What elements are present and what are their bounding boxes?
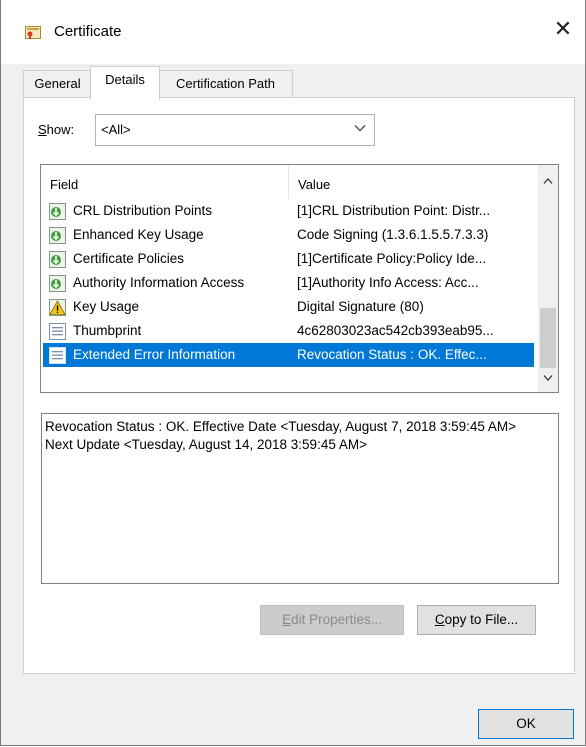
field-name: Authority Information Access <box>73 275 245 290</box>
field-name: Thumbprint <box>73 323 142 338</box>
value-detail-box[interactable]: Revocation Status : OK. Effective Date <… <box>41 413 559 584</box>
show-dropdown-value: <All> <box>101 122 131 137</box>
property-icon <box>49 347 66 364</box>
value-detail-text: Revocation Status : OK. Effective Date <… <box>45 419 517 452</box>
chevron-up-icon <box>543 173 553 188</box>
field-name: CRL Distribution Points <box>73 203 213 218</box>
extension-icon <box>49 203 66 220</box>
field-name: Enhanced Key Usage <box>73 227 204 242</box>
scroll-up-button[interactable] <box>538 165 558 195</box>
field-name: Extended Error Information <box>73 347 236 362</box>
list-item-selected[interactable]: Extended Error Information Revocation St… <box>43 343 534 367</box>
field-name: Key Usage <box>73 299 140 314</box>
list-scrollbar[interactable] <box>538 165 558 392</box>
tab-details[interactable]: Details <box>90 66 160 100</box>
close-button[interactable]: ✕ <box>541 10 585 48</box>
list-item[interactable]: CRL Distribution Points [1]CRL Distribut… <box>43 199 534 223</box>
show-dropdown[interactable]: <All> <box>95 114 375 146</box>
ok-button[interactable]: OK <box>478 709 574 739</box>
property-icon <box>49 323 66 340</box>
scroll-thumb[interactable] <box>540 308 556 368</box>
list-item[interactable]: Certificate Policies [1]Certificate Poli… <box>43 247 534 271</box>
field-value: Revocation Status : OK. Effec... <box>297 347 487 362</box>
edit-properties-button[interactable]: Edit Properties... <box>260 605 404 635</box>
tab-general[interactable]: General <box>23 70 92 97</box>
chevron-down-icon <box>543 370 553 385</box>
chevron-down-icon <box>354 122 366 134</box>
certificate-dialog: Certificate ✕ General Details Certificat… <box>0 0 586 746</box>
field-value: Code Signing (1.3.6.1.5.5.7.3.3) <box>297 227 489 242</box>
column-header-field[interactable]: Field <box>50 177 78 192</box>
title-bar[interactable]: Certificate ✕ <box>1 0 585 64</box>
column-header-value[interactable]: Value <box>298 177 330 192</box>
field-value: Digital Signature (80) <box>297 299 424 314</box>
copy-to-file-button[interactable]: Copy to File... <box>417 605 536 635</box>
window-title: Certificate <box>54 23 122 40</box>
column-divider[interactable] <box>288 165 289 199</box>
list-item[interactable]: Key Usage Digital Signature (80) <box>43 295 534 319</box>
extension-icon <box>49 251 66 268</box>
extension-icon <box>49 227 66 244</box>
field-name: Certificate Policies <box>73 251 185 266</box>
field-value: [1]CRL Distribution Point: Distr... <box>297 203 491 218</box>
scroll-down-button[interactable] <box>538 362 558 392</box>
tab-certification-path[interactable]: Certification Path <box>158 70 293 97</box>
list-item[interactable]: Thumbprint 4c62803023ac542cb393eab95... <box>43 319 534 343</box>
list-item[interactable]: Enhanced Key Usage Code Signing (1.3.6.1… <box>43 223 534 247</box>
show-label: Show: <box>38 122 75 137</box>
list-item[interactable]: Authority Information Access [1]Authorit… <box>43 271 534 295</box>
certificate-icon <box>25 26 41 39</box>
details-panel: Show: <All> Field Value CRL Distribution… <box>23 97 575 674</box>
field-value: [1]Authority Info Access: Acc... <box>297 275 479 290</box>
field-value: [1]Certificate Policy:Policy Ide... <box>297 251 487 266</box>
extension-icon <box>49 275 66 292</box>
warning-extension-icon <box>49 299 66 316</box>
fields-list[interactable]: Field Value CRL Distribution Points [1]C… <box>40 164 559 393</box>
close-icon: ✕ <box>553 16 573 41</box>
field-value: 4c62803023ac542cb393eab95... <box>297 323 494 338</box>
